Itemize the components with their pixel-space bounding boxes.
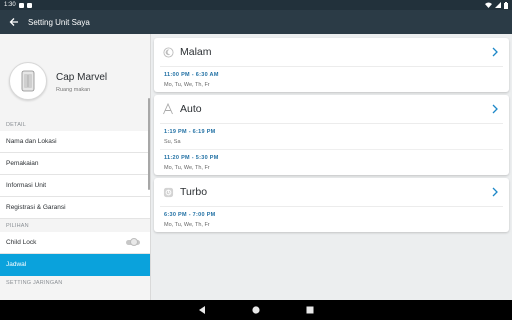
card-header[interactable]: Turbo [154,178,509,206]
sidebar-item-name-location[interactable]: Nama dan Lokasi [0,131,150,153]
device-avatar [9,62,47,100]
section-label-network: SETTING JARINGAN [6,279,63,286]
sidebar-item-unit-info[interactable]: Informasi Unit [0,175,150,197]
schedule-entry: 1:19 PM - 6:19 PM Su, Sa [154,124,509,149]
schedule-time: 11:00 PM - 6:30 AM [164,72,219,78]
device-profile: Cap Marvel Ruang makan [0,34,150,118]
mode-title: Auto [180,103,202,115]
nav-back-icon[interactable] [197,305,207,315]
child-lock-toggle[interactable] [126,238,140,246]
notification-icon [18,2,24,8]
schedule-entry: 6:30 PM - 7:00 PM Mo, Tu, We, Th, Fr [154,207,509,232]
device-room: Ruang makan [56,87,91,93]
mode-card-auto[interactable]: Auto 1:19 PM - 6:19 PM Su, Sa 11:20 PM -… [154,95,509,175]
signal-icon [495,2,501,8]
wifi-icon [485,2,492,8]
section-label-detail: DETAIL [6,121,27,128]
card-header[interactable]: Malam [154,38,509,66]
section-label-options: PILIHAN [6,222,29,229]
schedule-time: 11:20 PM - 5:30 PM [164,155,219,161]
status-right [485,1,508,9]
air-purifier-icon [21,70,35,92]
schedule-list: Malam 11:00 PM - 6:30 AM Mo, Tu, We, Th,… [154,38,509,235]
arrow-back-icon [9,18,18,26]
sidebar-item-usage[interactable]: Pemakaian [0,153,150,175]
sidebar-item-child-lock[interactable]: Child Lock [0,232,150,254]
chevron-right-icon[interactable] [489,186,501,198]
sidebar: Cap Marvel Ruang makan DETAIL Nama dan L… [0,34,150,300]
schedule-entry: 11:00 PM - 6:30 AM Mo, Tu, We, Th, Fr [154,67,509,92]
auto-icon [162,103,174,115]
status-left: 1:30 [4,2,32,8]
mode-card-turbo[interactable]: Turbo 6:30 PM - 7:00 PM Mo, Tu, We, Th, … [154,178,509,232]
schedule-entry: 11:20 PM - 5:30 PM Mo, Tu, We, Th, Fr [154,150,509,175]
sidebar-item-schedule[interactable]: Jadwal [0,254,150,276]
sidebar-divider [150,34,151,300]
back-button[interactable] [0,10,28,34]
child-lock-label: Child Lock [6,239,37,246]
schedule-time: 1:19 PM - 6:19 PM [164,129,216,135]
device-name: Cap Marvel [56,72,108,83]
sync-icon [26,2,32,8]
battery-icon [504,1,508,9]
page-title: Setting Unit Saya [28,17,90,27]
status-bar: 1:30 [0,0,512,10]
sidebar-item-registration[interactable]: Registrasi & Garansi [0,197,150,219]
nav-recents-icon[interactable] [305,305,315,315]
status-time: 1:30 [4,2,16,8]
schedule-days: Mo, Tu, We, Th, Fr [164,82,210,88]
toggle-knob [130,238,138,246]
system-nav-bar [0,300,512,320]
schedule-days: Su, Sa [164,139,181,145]
mode-title: Turbo [180,186,208,198]
schedule-time: 6:30 PM - 7:00 PM [164,212,216,218]
card-header[interactable]: Auto [154,95,509,123]
nav-home-icon[interactable] [251,305,261,315]
chevron-right-icon[interactable] [489,46,501,58]
chevron-right-icon[interactable] [489,103,501,115]
app-bar: Setting Unit Saya [0,10,512,34]
moon-icon [162,46,174,58]
schedule-days: Mo, Tu, We, Th, Fr [164,222,210,228]
mode-title: Malam [180,46,212,58]
schedule-days: Mo, Tu, We, Th, Fr [164,165,210,171]
mode-card-malam[interactable]: Malam 11:00 PM - 6:30 AM Mo, Tu, We, Th,… [154,38,509,92]
turbo-icon [162,186,174,198]
